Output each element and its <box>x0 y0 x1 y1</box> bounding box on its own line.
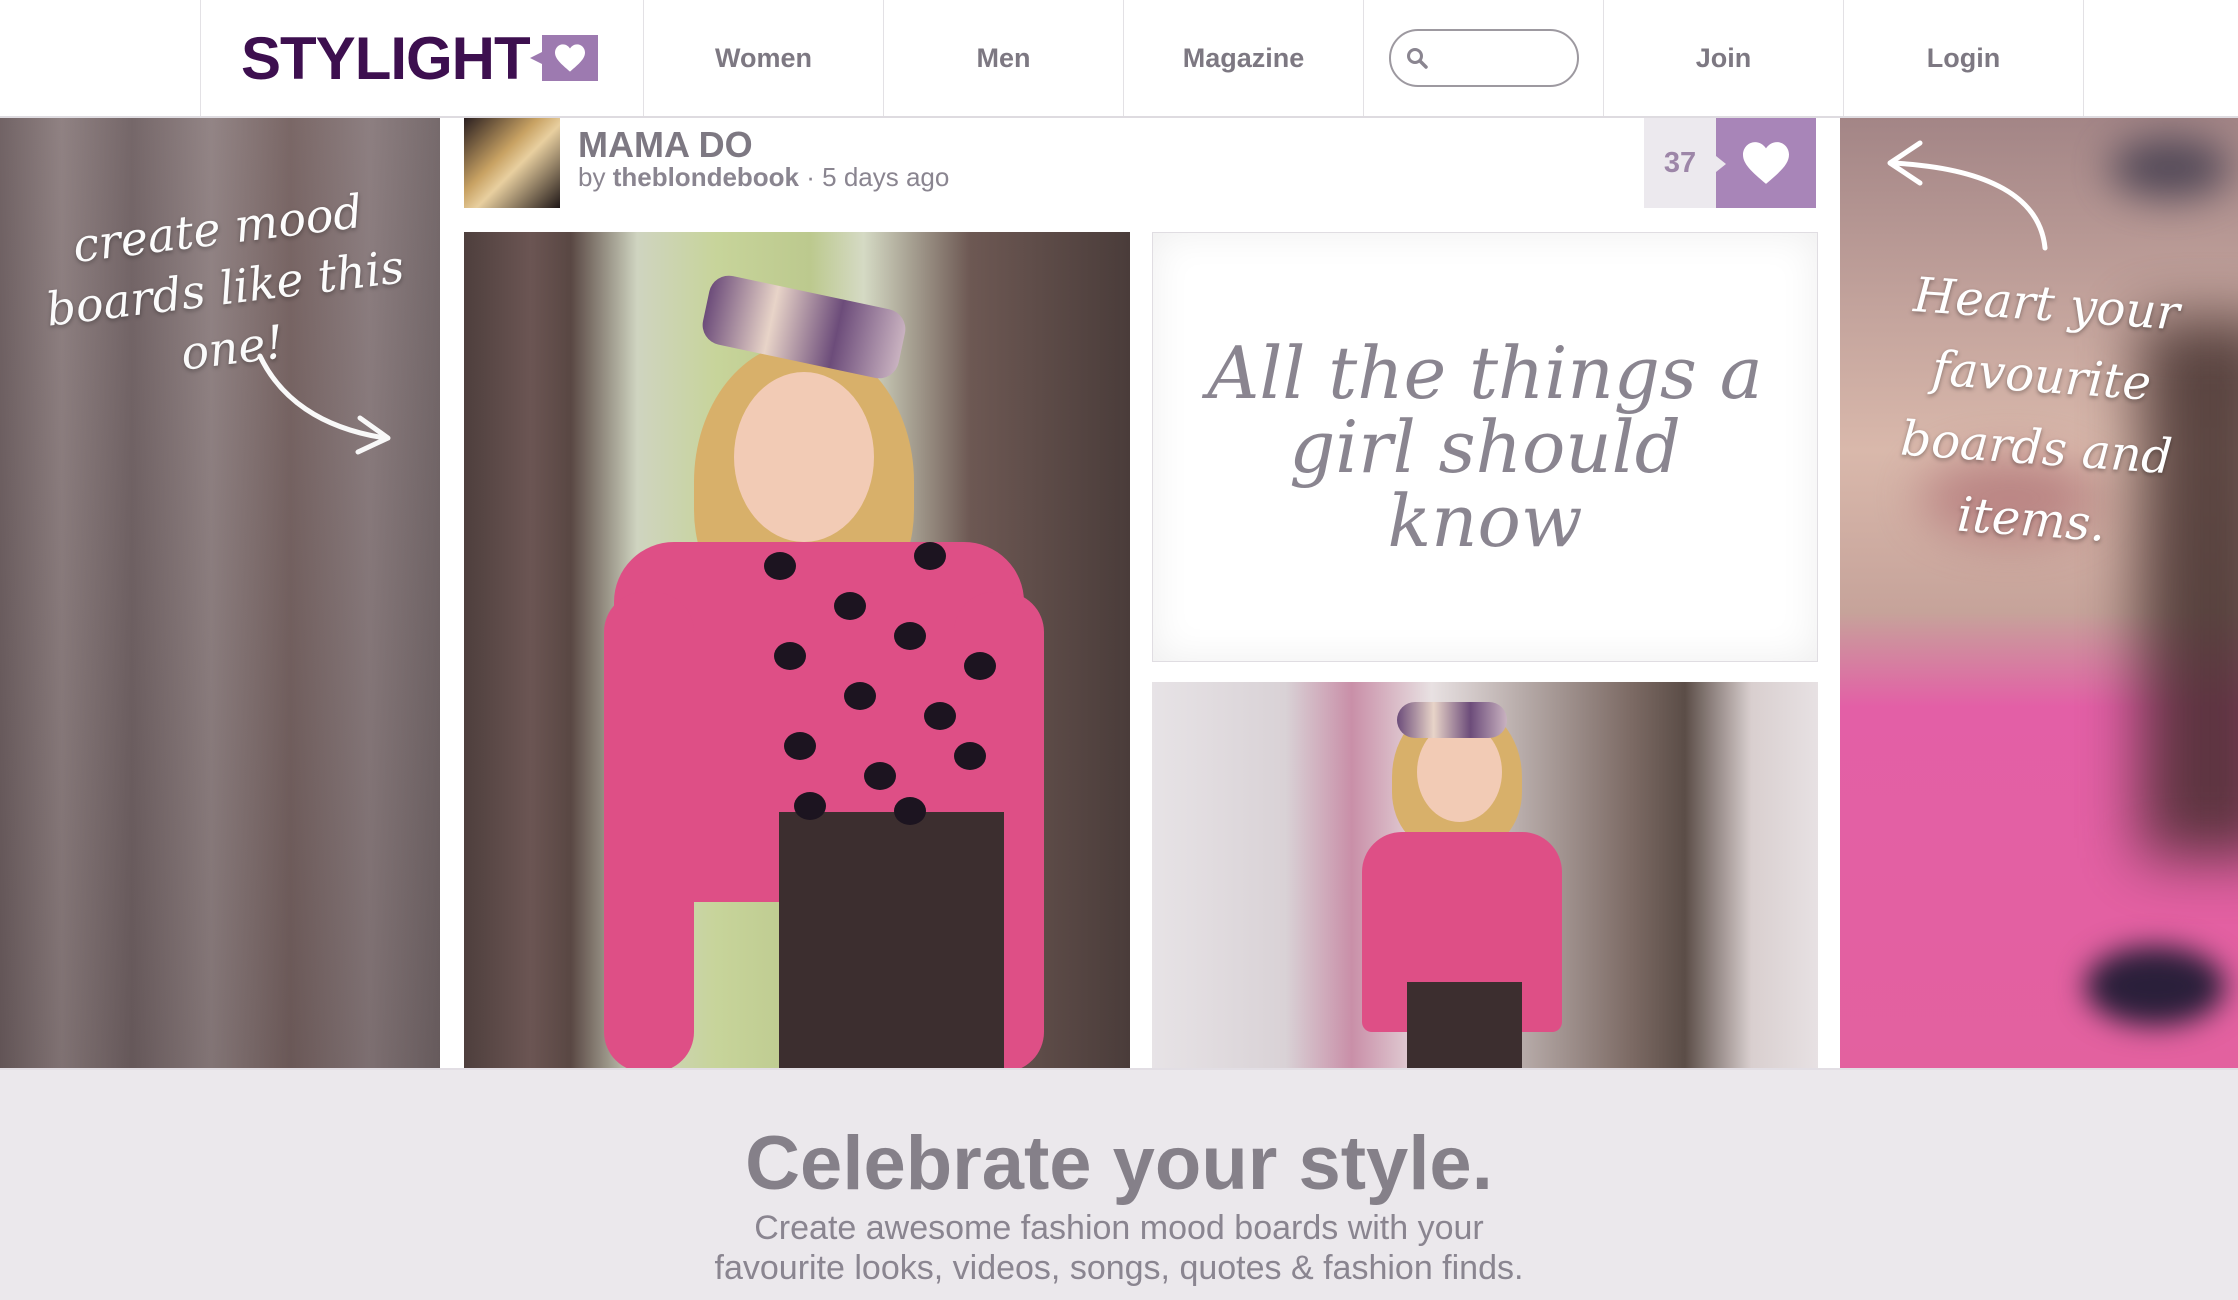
join-button[interactable]: Join <box>1604 0 1844 116</box>
polka-dot <box>964 652 996 680</box>
main-nav: STYLIGHT Women Men Magazine Join Login <box>200 0 2084 116</box>
blurred-polka-dot <box>2085 946 2225 1026</box>
board-photo-main[interactable] <box>464 232 1130 1068</box>
polka-dot <box>894 797 926 825</box>
right-promo-panel: Heart your favourite boards and items. <box>1840 118 2238 1068</box>
nav-magazine[interactable]: Magazine <box>1124 0 1364 116</box>
promo-banner: Celebrate your style. Create awesome fas… <box>0 1068 2238 1300</box>
nav-men[interactable]: Men <box>884 0 1124 116</box>
photo-figure-face <box>734 372 874 542</box>
like-widget: 37 <box>1644 118 1816 208</box>
blurred-eye <box>2110 138 2230 198</box>
quote-text: All the things a girl should know <box>1207 331 1763 563</box>
search-cell <box>1364 0 1604 116</box>
board-photo-small[interactable] <box>1152 682 1818 1068</box>
polka-dot <box>924 702 956 730</box>
quote-card[interactable]: All the things a girl should know <box>1152 232 1818 662</box>
polka-dot <box>774 642 806 670</box>
search-icon <box>1406 48 1428 69</box>
search-input[interactable] <box>1436 45 1577 71</box>
login-button[interactable]: Login <box>1844 0 2084 116</box>
banner-headline: Celebrate your style. <box>745 1121 1493 1206</box>
photo-figure-skirt <box>779 812 1004 1068</box>
photo-figure-skirt <box>1407 982 1522 1068</box>
polka-dot <box>844 682 876 710</box>
mood-board: MAMA DO by theblondebook · 5 days ago 37 <box>440 118 1840 1068</box>
polka-dot <box>894 622 926 650</box>
arrow-right-icon <box>257 353 391 455</box>
polka-dot <box>864 762 896 790</box>
like-count: 37 <box>1644 118 1726 208</box>
heart-icon <box>1743 142 1789 184</box>
avatar[interactable] <box>464 118 560 208</box>
logo[interactable]: STYLIGHT <box>201 0 644 116</box>
logo-heart-icon <box>529 35 598 81</box>
polka-dot <box>914 542 946 570</box>
heart-note: Heart your favourite boards and items. <box>1898 267 2182 553</box>
post-time: · 5 days ago <box>806 162 950 192</box>
polka-dot <box>834 592 866 620</box>
nav-women[interactable]: Women <box>644 0 884 116</box>
photo-figure-headband <box>1397 702 1507 738</box>
board-header: MAMA DO by theblondebook · 5 days ago 37 <box>464 118 1816 218</box>
board-title[interactable]: MAMA DO <box>578 124 753 166</box>
polka-dot <box>764 552 796 580</box>
by-label: by <box>578 162 606 192</box>
polka-dot <box>794 792 826 820</box>
banner-subline-1: Create awesome fashion mood boards with … <box>754 1209 1484 1247</box>
photo-figure-sleeve-left <box>604 592 694 1068</box>
arrow-left-icon <box>1887 140 2048 251</box>
like-button[interactable] <box>1716 118 1816 208</box>
board-meta: by theblondebook · 5 days ago <box>578 162 949 193</box>
polka-dot <box>784 732 816 760</box>
author-link[interactable]: theblondebook <box>613 162 799 192</box>
search-box[interactable] <box>1388 29 1579 87</box>
polka-dot <box>954 742 986 770</box>
logo-text: STYLIGHT <box>241 24 531 92</box>
mood-board-note: create mood boards like this one! <box>43 183 407 381</box>
top-navigation-bar: STYLIGHT Women Men Magazine Join Login <box>0 0 2238 118</box>
left-promo-panel: create mood boards like this one! <box>0 118 440 1068</box>
banner-subline: Create awesome fashion mood boards with … <box>0 1208 2238 1288</box>
banner-subline-2: favourite looks, videos, songs, quotes &… <box>714 1249 1524 1287</box>
